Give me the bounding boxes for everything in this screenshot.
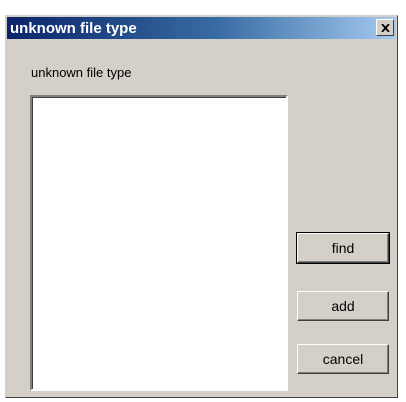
- title-bar[interactable]: unknown file type: [7, 17, 396, 39]
- find-button[interactable]: find: [296, 232, 390, 264]
- window-title: unknown file type: [10, 19, 137, 37]
- file-type-list[interactable]: [30, 95, 288, 391]
- close-icon: [380, 23, 390, 32]
- file-type-label: unknown file type: [31, 65, 132, 80]
- cancel-button[interactable]: cancel: [297, 344, 389, 374]
- close-button[interactable]: [376, 19, 394, 36]
- add-button[interactable]: add: [297, 291, 389, 321]
- dialog-window: unknown file type unknown file type find…: [5, 15, 398, 398]
